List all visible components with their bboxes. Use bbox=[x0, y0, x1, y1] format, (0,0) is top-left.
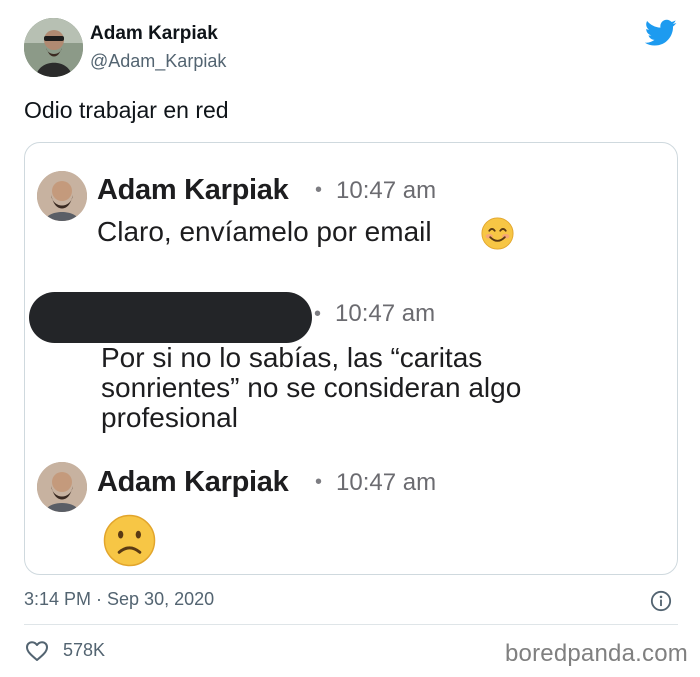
sender-avatar bbox=[37, 462, 87, 512]
like-count[interactable]: 578K bbox=[63, 640, 105, 661]
twitter-logo-icon[interactable] bbox=[645, 19, 677, 47]
author-handle[interactable]: @Adam_Karpiak bbox=[90, 51, 226, 72]
author-name[interactable]: Adam Karpiak bbox=[90, 23, 218, 45]
tweet-card: Adam Karpiak @Adam_Karpiak Odio trabajar… bbox=[0, 0, 700, 677]
message-sender: Adam Karpiak bbox=[97, 174, 289, 206]
separator-dot: • bbox=[314, 303, 322, 325]
message-sender: Adam Karpiak bbox=[97, 466, 289, 498]
message-time: 10:47 am bbox=[336, 469, 437, 496]
sender-avatar bbox=[37, 171, 87, 221]
frowning-face-icon bbox=[103, 514, 156, 567]
message-text-line: Por si no lo sabías, las “caritas bbox=[101, 342, 483, 373]
author-avatar[interactable] bbox=[24, 18, 83, 77]
message-time: 10:47 am bbox=[336, 177, 437, 204]
redacted-sender-name bbox=[29, 292, 312, 343]
message-text-line: sonrientes” no se consideran algo bbox=[101, 372, 522, 403]
message-text: Claro, envíamelo por email bbox=[97, 216, 432, 247]
embedded-image[interactable]: Adam Karpiak • 10:47 am Claro, envíamelo… bbox=[24, 142, 678, 575]
tweet-text: Odio trabajar en red bbox=[24, 97, 229, 123]
smiling-face-icon bbox=[481, 217, 514, 250]
message-text-line: profesional bbox=[101, 402, 238, 433]
separator-dot: • bbox=[315, 471, 323, 493]
heart-icon[interactable] bbox=[25, 640, 49, 662]
info-icon[interactable] bbox=[650, 590, 672, 612]
divider bbox=[24, 624, 678, 625]
message-time: 10:47 am bbox=[335, 300, 436, 327]
separator-dot: • bbox=[315, 179, 323, 201]
watermark: boredpanda.com bbox=[505, 640, 688, 667]
tweet-timestamp[interactable]: 3:14 PM · Sep 30, 2020 bbox=[24, 589, 214, 610]
